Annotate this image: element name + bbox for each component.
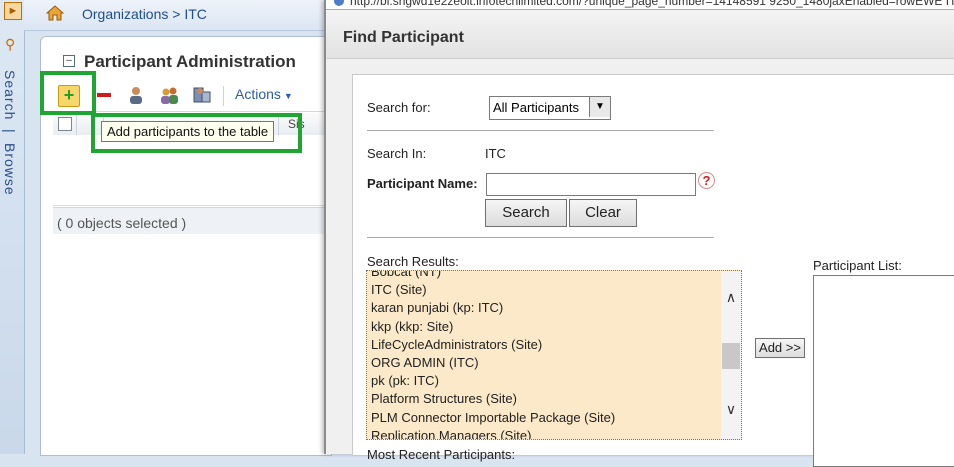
participant-name-label: Participant Name: — [367, 176, 478, 191]
list-item[interactable]: PLM Connector Importable Package (Site) — [371, 409, 723, 427]
remove-participant-button[interactable] — [93, 84, 115, 106]
select-all-checkbox[interactable] — [58, 117, 72, 131]
search-results-list[interactable]: Bobcat (NT) ITC (Site) karan punjabi (kp… — [366, 270, 742, 440]
address-url: http://bl.shgwd1e2zeolt.infotechlimited.… — [350, 0, 954, 8]
list-item[interactable]: Platform Structures (Site) — [371, 390, 723, 408]
search-for-select[interactable]: All Participants ▼ — [489, 96, 611, 120]
search-results-label: Search Results: — [367, 254, 459, 269]
divider — [367, 237, 714, 238]
list-item[interactable]: ITC (Site) — [371, 281, 723, 299]
selection-status: ( 0 objects selected ) — [53, 207, 331, 234]
search-for-value: All Participants — [493, 100, 579, 115]
organization-icon — [193, 87, 211, 103]
actions-label: Actions — [235, 86, 281, 102]
add-to-list-button[interactable]: Add >> — [755, 338, 805, 358]
scroll-up-icon[interactable]: ∧ — [723, 289, 739, 305]
participant-list-box[interactable] — [813, 275, 954, 467]
participant-list-label: Participant List: — [813, 258, 902, 273]
home-icon[interactable] — [46, 4, 64, 22]
organization-icon-button[interactable] — [191, 84, 213, 106]
results-scrollbar[interactable]: ∧ ∨ — [721, 271, 741, 439]
tab-separator: | — [2, 129, 18, 134]
browse-tab-label[interactable]: Browse — [2, 143, 18, 196]
highlight-box-tooltip — [91, 113, 302, 153]
expand-panel-icon[interactable]: ► — [4, 2, 22, 20]
search-browse-tab[interactable]: Search | Browse — [2, 70, 18, 195]
find-participant-form: Search for: All Participants ▼ Search In… — [352, 74, 954, 467]
search-icon[interactable]: ⚲ — [5, 36, 15, 53]
breadcrumb[interactable]: Organizations > ITC — [82, 6, 207, 22]
search-in-value: ITC — [485, 146, 506, 161]
list-item[interactable]: Bobcat (NT) — [371, 271, 723, 281]
popup-title: Find Participant — [343, 29, 464, 46]
help-icon[interactable]: ? — [698, 172, 715, 189]
actions-menu[interactable]: Actions ▼ — [235, 86, 293, 102]
search-tab-label[interactable]: Search — [2, 70, 18, 120]
toolbar-divider — [223, 86, 224, 106]
participant-name-input[interactable] — [486, 173, 696, 196]
list-item[interactable]: kkp (kkp: Site) — [371, 318, 723, 336]
group-icon — [161, 87, 178, 104]
divider — [367, 130, 714, 131]
group-icon-button[interactable] — [159, 84, 181, 106]
user-icon — [130, 87, 142, 104]
scroll-thumb[interactable] — [722, 343, 740, 369]
list-item[interactable]: Replication Managers (Site) — [371, 427, 723, 439]
panel-title: Participant Administration — [84, 52, 296, 71]
find-participant-window: http://bl.shgwd1e2zeolt.infotechlimited.… — [324, 0, 954, 467]
scroll-down-icon[interactable]: ∨ — [723, 401, 739, 417]
address-bar[interactable]: http://bl.shgwd1e2zeolt.infotechlimited.… — [326, 0, 954, 10]
list-item[interactable]: karan punjabi (kp: ITC) — [371, 299, 723, 317]
minus-icon — [97, 93, 111, 97]
list-item[interactable]: LifeCycleAdministrators (Site) — [371, 336, 723, 354]
list-item[interactable]: pk (pk: ITC) — [371, 372, 723, 390]
user-icon-button[interactable] — [126, 84, 148, 106]
most-recent-participants-label: Most Recent Participants: — [367, 447, 516, 462]
search-in-label: Search In: — [367, 146, 427, 161]
results-items: Bobcat (NT) ITC (Site) karan punjabi (kp… — [371, 271, 723, 439]
left-rail: ► ⚲ Search | Browse — [0, 0, 25, 454]
page-icon — [334, 0, 344, 6]
clear-button[interactable]: Clear — [569, 199, 637, 227]
chevron-down-icon: ▼ — [589, 97, 610, 117]
search-for-label: Search for: — [367, 100, 431, 115]
selection-status-text: ( 0 objects selected ) — [57, 215, 187, 231]
collapse-icon[interactable]: – — [63, 55, 75, 67]
popup-header: Find Participant — [326, 10, 954, 59]
column-divider — [76, 113, 77, 135]
list-item[interactable]: ORG ADMIN (ITC) — [371, 354, 723, 372]
chevron-down-icon: ▼ — [283, 91, 293, 101]
highlight-box-add-button — [40, 71, 96, 115]
search-button[interactable]: Search — [485, 199, 567, 227]
top-bar: Organizations > ITC — [24, 0, 324, 31]
